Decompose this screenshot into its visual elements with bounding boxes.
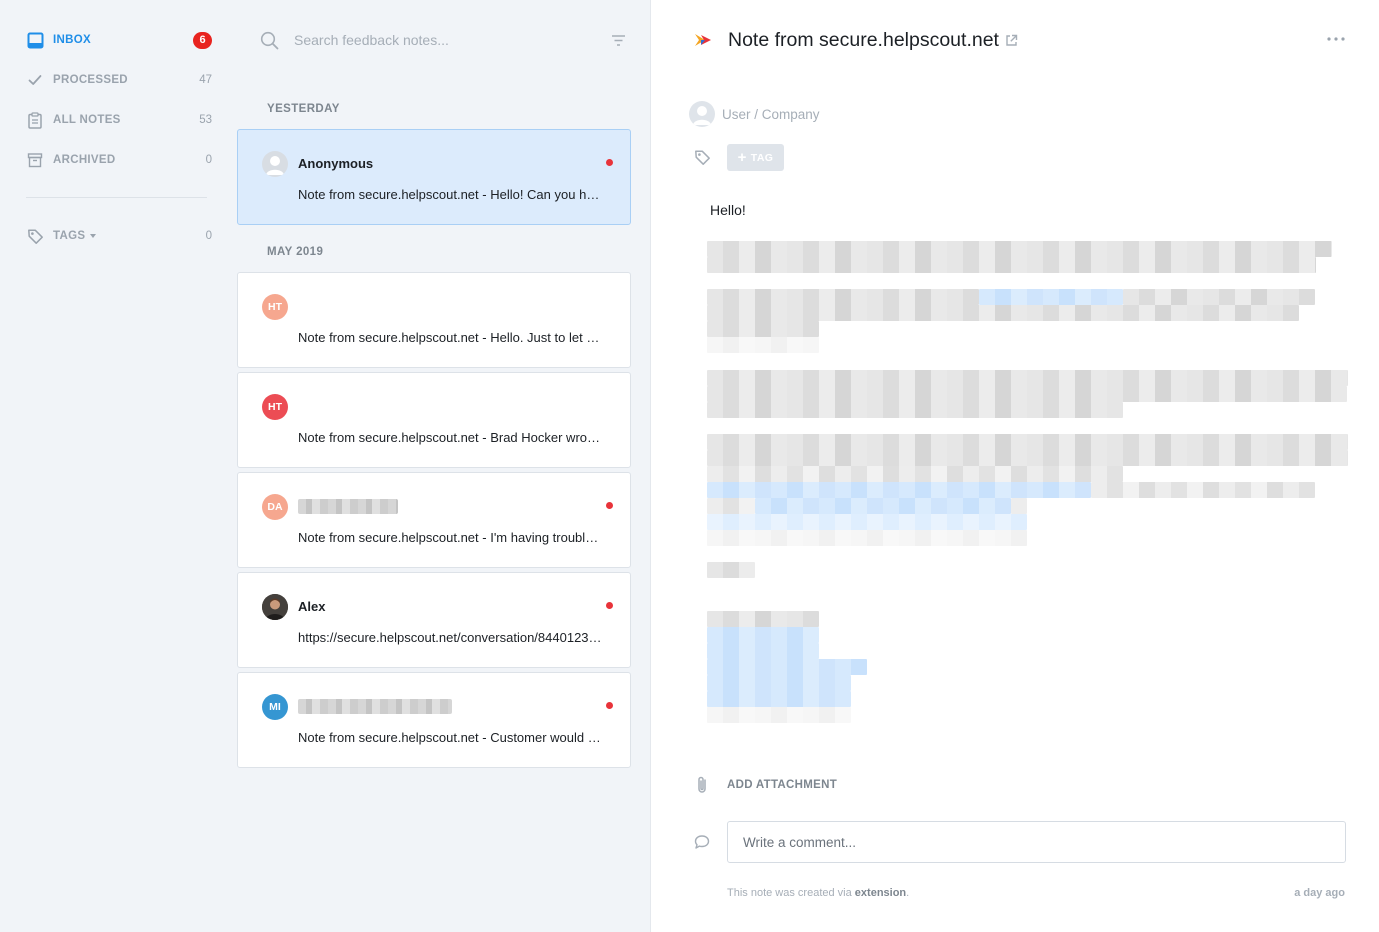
avatar <box>262 594 288 620</box>
avatar: DA <box>262 494 288 520</box>
filter-icon[interactable] <box>608 30 628 50</box>
note-body-greeting: Hello! <box>710 202 746 218</box>
unread-dot <box>606 159 613 166</box>
footer-prefix: This note was created via <box>727 887 855 899</box>
user-company-selector[interactable]: User / Company <box>689 101 820 127</box>
note-author: Anonymous <box>298 156 374 171</box>
add-attachment-button[interactable]: ADD ATTACHMENT <box>694 775 837 795</box>
search-icon <box>260 31 279 50</box>
avatar: MI <box>262 694 288 720</box>
inbox-count-badge: 6 <box>193 31 212 49</box>
tag-icon <box>26 227 44 245</box>
inbox-icon <box>26 31 44 49</box>
paperclip-icon <box>694 775 710 795</box>
comment-row <box>694 821 1346 863</box>
sidebar-item-label: PROCESSED <box>53 74 128 86</box>
note-snippet: Note from secure.helpscout.net - Hello! … <box>298 187 603 202</box>
sidebar-item-archived[interactable]: ARCHIVED 0 <box>26 148 212 172</box>
tags-label-text: TAGS <box>53 230 86 242</box>
tag-icon <box>694 149 711 166</box>
note-card[interactable]: Anonymous Note from secure.helpscout.net… <box>237 129 631 225</box>
sidebar-item-label: INBOX <box>53 34 91 46</box>
more-options-icon[interactable] <box>1326 30 1346 48</box>
note-title: Note from secure.helpscout.net <box>728 28 999 51</box>
user-avatar-icon <box>689 101 715 127</box>
footer-suffix: . <box>906 887 910 899</box>
redacted-name <box>298 699 452 714</box>
note-card[interactable]: MI Note from secure.helpscout.net - Cust… <box>237 672 631 768</box>
unread-dot <box>606 502 613 509</box>
note-snippet: Note from secure.helpscout.net - Custome… <box>298 730 603 745</box>
avatar: HT <box>262 294 288 320</box>
note-header: Note from secure.helpscout.net <box>694 28 1018 52</box>
note-card[interactable]: Alex https://secure.helpscout.net/conver… <box>237 572 631 668</box>
section-header-may-2019: MAY 2019 <box>267 246 324 258</box>
note-author: Alex <box>298 599 326 614</box>
section-header-yesterday: YESTERDAY <box>267 103 340 115</box>
app-window: INBOX 6 PROCESSED 47 ALL NOTES 53 ARCHIV… <box>0 0 1379 932</box>
external-link-icon[interactable] <box>1005 34 1018 47</box>
sidebar-item-count: 53 <box>199 114 212 126</box>
note-card[interactable]: HT Note from secure.helpscout.net - Brad… <box>237 372 631 468</box>
note-card[interactable]: DA Note from secure.helpscout.net - I'm … <box>237 472 631 568</box>
note-snippet: Note from secure.helpscout.net - I'm hav… <box>298 530 603 545</box>
avatar: HT <box>262 394 288 420</box>
sidebar-item-label: ARCHIVED <box>53 154 116 166</box>
note-source-info: This note was created via extension. <box>727 887 909 899</box>
note-detail-pane: Note from secure.helpscout.net User / Co… <box>650 0 1379 932</box>
comment-input[interactable] <box>727 821 1346 863</box>
add-tag-button[interactable]: + TAG <box>727 144 784 171</box>
plus-icon: + <box>737 149 747 166</box>
search-input[interactable] <box>294 32 584 48</box>
note-snippet: Note from secure.helpscout.net - Hello. … <box>298 330 603 345</box>
sidebar-item-count: 47 <box>199 74 212 86</box>
note-card[interactable]: HT Note from secure.helpscout.net - Hell… <box>237 272 631 368</box>
comment-bubble-icon <box>694 834 710 850</box>
check-icon <box>26 71 44 89</box>
sidebar-item-processed[interactable]: PROCESSED 47 <box>26 68 212 92</box>
sidebar-item-inbox[interactable]: INBOX 6 <box>26 28 212 52</box>
unread-dot <box>606 702 613 709</box>
note-snippet: Note from secure.helpscout.net - Brad Ho… <box>298 430 603 445</box>
user-company-label: User / Company <box>722 106 820 122</box>
sidebar-item-label: ALL NOTES <box>53 114 121 126</box>
clipboard-icon <box>26 111 44 129</box>
archive-icon <box>26 151 44 169</box>
redacted-name <box>298 499 398 514</box>
sidebar: INBOX 6 PROCESSED 47 ALL NOTES 53 ARCHIV… <box>0 0 237 932</box>
source-logo-icon <box>694 32 712 48</box>
add-attachment-label: ADD ATTACHMENT <box>727 779 838 791</box>
sidebar-item-count: 0 <box>205 154 212 166</box>
unread-dot <box>606 602 613 609</box>
search-bar <box>260 27 628 53</box>
add-tag-label: TAG <box>750 151 774 164</box>
avatar <box>262 151 288 177</box>
note-snippet: https://secure.helpscout.net/conversatio… <box>298 630 603 645</box>
tag-row: + TAG <box>694 144 784 171</box>
sidebar-item-count: 0 <box>205 230 212 242</box>
sidebar-item-all-notes[interactable]: ALL NOTES 53 <box>26 108 212 132</box>
sidebar-divider <box>26 197 207 198</box>
extension-link[interactable]: extension <box>855 887 906 899</box>
note-timestamp: a day ago <box>1294 887 1345 899</box>
tags-label: TAGS <box>53 230 192 242</box>
chevron-down-icon <box>90 233 97 238</box>
sidebar-item-tags[interactable]: TAGS 0 <box>26 224 212 248</box>
